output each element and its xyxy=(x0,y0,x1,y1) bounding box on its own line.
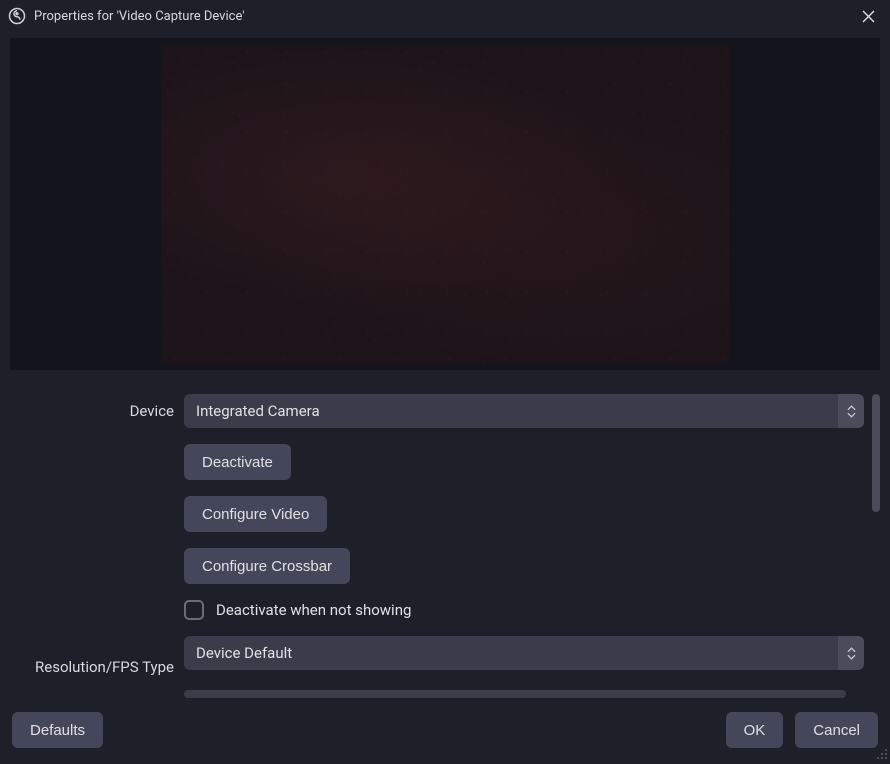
horizontal-scroll-row xyxy=(184,690,864,698)
configure-crossbar-button[interactable]: Configure Crossbar xyxy=(184,548,350,584)
chevron-down-icon xyxy=(847,654,856,660)
obs-logo-icon xyxy=(8,7,26,25)
titlebar: Properties for 'Video Capture Device' xyxy=(0,0,890,32)
configure-video-button[interactable]: Configure Video xyxy=(184,496,327,532)
resolution-fps-select-spinner[interactable] xyxy=(838,636,864,670)
video-preview-area xyxy=(10,38,880,370)
deactivate-when-not-showing-row: Deactivate when not showing xyxy=(184,600,864,620)
resolution-fps-select[interactable]: Device Default xyxy=(184,636,864,670)
device-select-value: Integrated Camera xyxy=(184,394,838,428)
deactivate-when-not-showing-label: Deactivate when not showing xyxy=(216,601,411,619)
window-title: Properties for 'Video Capture Device' xyxy=(34,9,846,24)
horizontal-scrollbar[interactable] xyxy=(184,690,846,698)
chevron-up-icon xyxy=(847,405,856,411)
dialog-button-bar: Defaults OK Cancel xyxy=(0,708,890,752)
defaults-button[interactable]: Defaults xyxy=(12,712,103,748)
chevron-down-icon xyxy=(847,412,856,418)
resize-grip-icon[interactable] xyxy=(876,746,888,758)
resolution-fps-select-value: Device Default xyxy=(184,636,838,670)
settings-panel: Device Integrated Camera Deactivate Conf… xyxy=(10,394,880,704)
actions-row: Deactivate Configure Video Configure Cro… xyxy=(10,444,864,620)
device-row: Device Integrated Camera xyxy=(10,394,864,428)
deactivate-button[interactable]: Deactivate xyxy=(184,444,291,480)
chevron-up-icon xyxy=(847,647,856,653)
video-preview-image xyxy=(161,45,729,363)
device-select[interactable]: Integrated Camera xyxy=(184,394,864,428)
deactivate-when-not-showing-checkbox[interactable] xyxy=(184,600,204,620)
close-icon xyxy=(862,10,875,23)
device-select-spinner[interactable] xyxy=(838,394,864,428)
vertical-scrollbar[interactable] xyxy=(872,394,880,512)
cancel-button[interactable]: Cancel xyxy=(795,712,878,748)
close-button[interactable] xyxy=(854,2,882,30)
resolution-fps-row: Resolution/FPS Type Device Default xyxy=(10,636,864,698)
resolution-fps-label: Resolution/FPS Type xyxy=(10,658,174,676)
device-label: Device xyxy=(10,402,174,420)
ok-button[interactable]: OK xyxy=(726,712,784,748)
